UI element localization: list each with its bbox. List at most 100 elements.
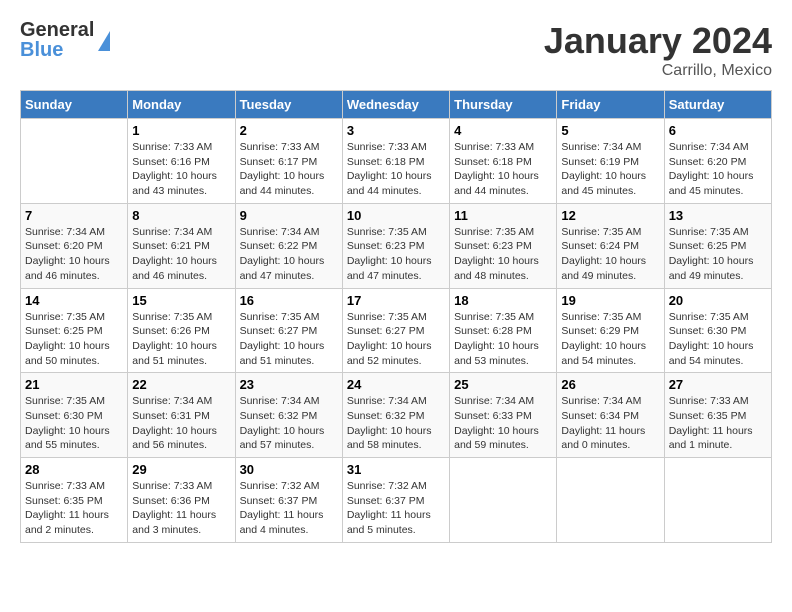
calendar-week-row: 1 Sunrise: 7:33 AMSunset: 6:16 PMDaylight… [21,119,772,204]
calendar-cell: 28 Sunrise: 7:33 AMSunset: 6:35 PMDayligh… [21,458,128,543]
day-number: 5 [561,123,659,138]
calendar-cell: 21Sunrise: 7:35 AMSunset: 6:30 PMDayligh… [21,373,128,458]
calendar-cell: 20 Sunrise: 7:35 AMSunset: 6:30 PMDayligh… [664,288,771,373]
calendar-cell: 5 Sunrise: 7:34 AMSunset: 6:19 PMDaylight… [557,119,664,204]
calendar-cell: 9 Sunrise: 7:34 AMSunset: 6:22 PMDaylight… [235,203,342,288]
calendar-week-row: 28 Sunrise: 7:33 AMSunset: 6:35 PMDayligh… [21,458,772,543]
day-number: 22 [132,377,230,392]
weekday-header-tuesday: Tuesday [235,91,342,119]
calendar-cell: 17Sunrise: 7:35 AMSunset: 6:27 PMDayligh… [342,288,449,373]
day-number: 6 [669,123,767,138]
day-number: 20 [669,293,767,308]
calendar-cell: 16 Sunrise: 7:35 AMSunset: 6:27 PMDayligh… [235,288,342,373]
day-info: Sunrise: 7:34 AMSunset: 6:33 PMDaylight:… [454,394,552,453]
calendar-cell [557,458,664,543]
calendar-cell: 22 Sunrise: 7:34 AMSunset: 6:31 PMDayligh… [128,373,235,458]
calendar-cell [450,458,557,543]
location-subtitle: Carrillo, Mexico [544,62,772,80]
logo-blue: Blue [20,40,94,60]
weekday-header-friday: Friday [557,91,664,119]
day-number: 13 [669,208,767,223]
calendar-cell: 14Sunrise: 7:35 AMSunset: 6:25 PMDayligh… [21,288,128,373]
calendar-cell: 6 Sunrise: 7:34 AMSunset: 6:20 PMDaylight… [664,119,771,204]
weekday-header-thursday: Thursday [450,91,557,119]
logo-text: General Blue [20,20,94,60]
day-info: Sunrise: 7:35 AMSunset: 6:23 PMDaylight:… [454,225,552,284]
day-info: Sunrise: 7:34 AMSunset: 6:20 PMDaylight:… [25,225,123,284]
logo: General Blue [20,20,110,60]
calendar-cell: 26 Sunrise: 7:34 AMSunset: 6:34 PMDayligh… [557,373,664,458]
day-number: 16 [240,293,338,308]
day-number: 12 [561,208,659,223]
day-info: Sunrise: 7:34 AMSunset: 6:20 PMDaylight:… [669,140,767,199]
day-number: 27 [669,377,767,392]
day-info: Sunrise: 7:33 AMSunset: 6:35 PMDaylight:… [25,479,123,538]
day-number: 24 [347,377,445,392]
day-info: Sunrise: 7:34 AMSunset: 6:21 PMDaylight:… [132,225,230,284]
day-number: 25 [454,377,552,392]
day-info: Sunrise: 7:34 AMSunset: 6:19 PMDaylight:… [561,140,659,199]
page-header: General Blue January 2024 Carrillo, Mexi… [20,20,772,80]
day-number: 21 [25,377,123,392]
weekday-header-row: SundayMondayTuesdayWednesdayThursdayFrid… [21,91,772,119]
day-info: Sunrise: 7:33 AMSunset: 6:35 PMDaylight:… [669,394,767,453]
day-info: Sunrise: 7:32 AMSunset: 6:37 PMDaylight:… [240,479,338,538]
day-info: Sunrise: 7:35 AMSunset: 6:27 PMDaylight:… [347,310,445,369]
day-number: 7 [25,208,123,223]
logo-general: General [20,20,94,40]
title-block: January 2024 Carrillo, Mexico [544,20,772,80]
day-info: Sunrise: 7:35 AMSunset: 6:26 PMDaylight:… [132,310,230,369]
day-info: Sunrise: 7:32 AMSunset: 6:37 PMDaylight:… [347,479,445,538]
day-info: Sunrise: 7:35 AMSunset: 6:24 PMDaylight:… [561,225,659,284]
calendar-cell: 19Sunrise: 7:35 AMSunset: 6:29 PMDayligh… [557,288,664,373]
day-number: 8 [132,208,230,223]
day-info: Sunrise: 7:35 AMSunset: 6:25 PMDaylight:… [669,225,767,284]
calendar-cell: 11 Sunrise: 7:35 AMSunset: 6:23 PMDayligh… [450,203,557,288]
day-info: Sunrise: 7:33 AMSunset: 6:36 PMDaylight:… [132,479,230,538]
day-number: 9 [240,208,338,223]
logo-triangle-icon [98,31,110,51]
calendar-cell: 13 Sunrise: 7:35 AMSunset: 6:25 PMDayligh… [664,203,771,288]
calendar-cell: 8 Sunrise: 7:34 AMSunset: 6:21 PMDaylight… [128,203,235,288]
day-info: Sunrise: 7:35 AMSunset: 6:28 PMDaylight:… [454,310,552,369]
day-number: 18 [454,293,552,308]
calendar-cell: 24 Sunrise: 7:34 AMSunset: 6:32 PMDayligh… [342,373,449,458]
day-info: Sunrise: 7:33 AMSunset: 6:18 PMDaylight:… [347,140,445,199]
day-info: Sunrise: 7:33 AMSunset: 6:18 PMDaylight:… [454,140,552,199]
day-info: Sunrise: 7:34 AMSunset: 6:31 PMDaylight:… [132,394,230,453]
calendar-cell: 3 Sunrise: 7:33 AMSunset: 6:18 PMDaylight… [342,119,449,204]
day-number: 1 [132,123,230,138]
day-info: Sunrise: 7:33 AMSunset: 6:16 PMDaylight:… [132,140,230,199]
weekday-header-saturday: Saturday [664,91,771,119]
day-number: 23 [240,377,338,392]
day-number: 28 [25,462,123,477]
day-number: 10 [347,208,445,223]
day-info: Sunrise: 7:35 AMSunset: 6:30 PMDaylight:… [669,310,767,369]
calendar-cell: 7 Sunrise: 7:34 AMSunset: 6:20 PMDaylight… [21,203,128,288]
calendar-table: SundayMondayTuesdayWednesdayThursdayFrid… [20,90,772,543]
calendar-cell: 4Sunrise: 7:33 AMSunset: 6:18 PMDaylight… [450,119,557,204]
day-number: 26 [561,377,659,392]
weekday-header-monday: Monday [128,91,235,119]
calendar-cell [21,119,128,204]
calendar-cell: 2Sunrise: 7:33 AMSunset: 6:17 PMDaylight… [235,119,342,204]
day-info: Sunrise: 7:34 AMSunset: 6:34 PMDaylight:… [561,394,659,453]
day-info: Sunrise: 7:34 AMSunset: 6:32 PMDaylight:… [240,394,338,453]
weekday-header-wednesday: Wednesday [342,91,449,119]
month-year-title: January 2024 [544,20,772,62]
day-number: 3 [347,123,445,138]
calendar-week-row: 7 Sunrise: 7:34 AMSunset: 6:20 PMDaylight… [21,203,772,288]
day-info: Sunrise: 7:35 AMSunset: 6:27 PMDaylight:… [240,310,338,369]
calendar-cell: 10 Sunrise: 7:35 AMSunset: 6:23 PMDayligh… [342,203,449,288]
calendar-cell: 27 Sunrise: 7:33 AMSunset: 6:35 PMDayligh… [664,373,771,458]
calendar-cell: 15Sunrise: 7:35 AMSunset: 6:26 PMDayligh… [128,288,235,373]
day-number: 14 [25,293,123,308]
calendar-cell [664,458,771,543]
day-number: 11 [454,208,552,223]
weekday-header-sunday: Sunday [21,91,128,119]
calendar-week-row: 14Sunrise: 7:35 AMSunset: 6:25 PMDayligh… [21,288,772,373]
day-info: Sunrise: 7:34 AMSunset: 6:32 PMDaylight:… [347,394,445,453]
day-info: Sunrise: 7:35 AMSunset: 6:23 PMDaylight:… [347,225,445,284]
day-info: Sunrise: 7:34 AMSunset: 6:22 PMDaylight:… [240,225,338,284]
day-info: Sunrise: 7:33 AMSunset: 6:17 PMDaylight:… [240,140,338,199]
